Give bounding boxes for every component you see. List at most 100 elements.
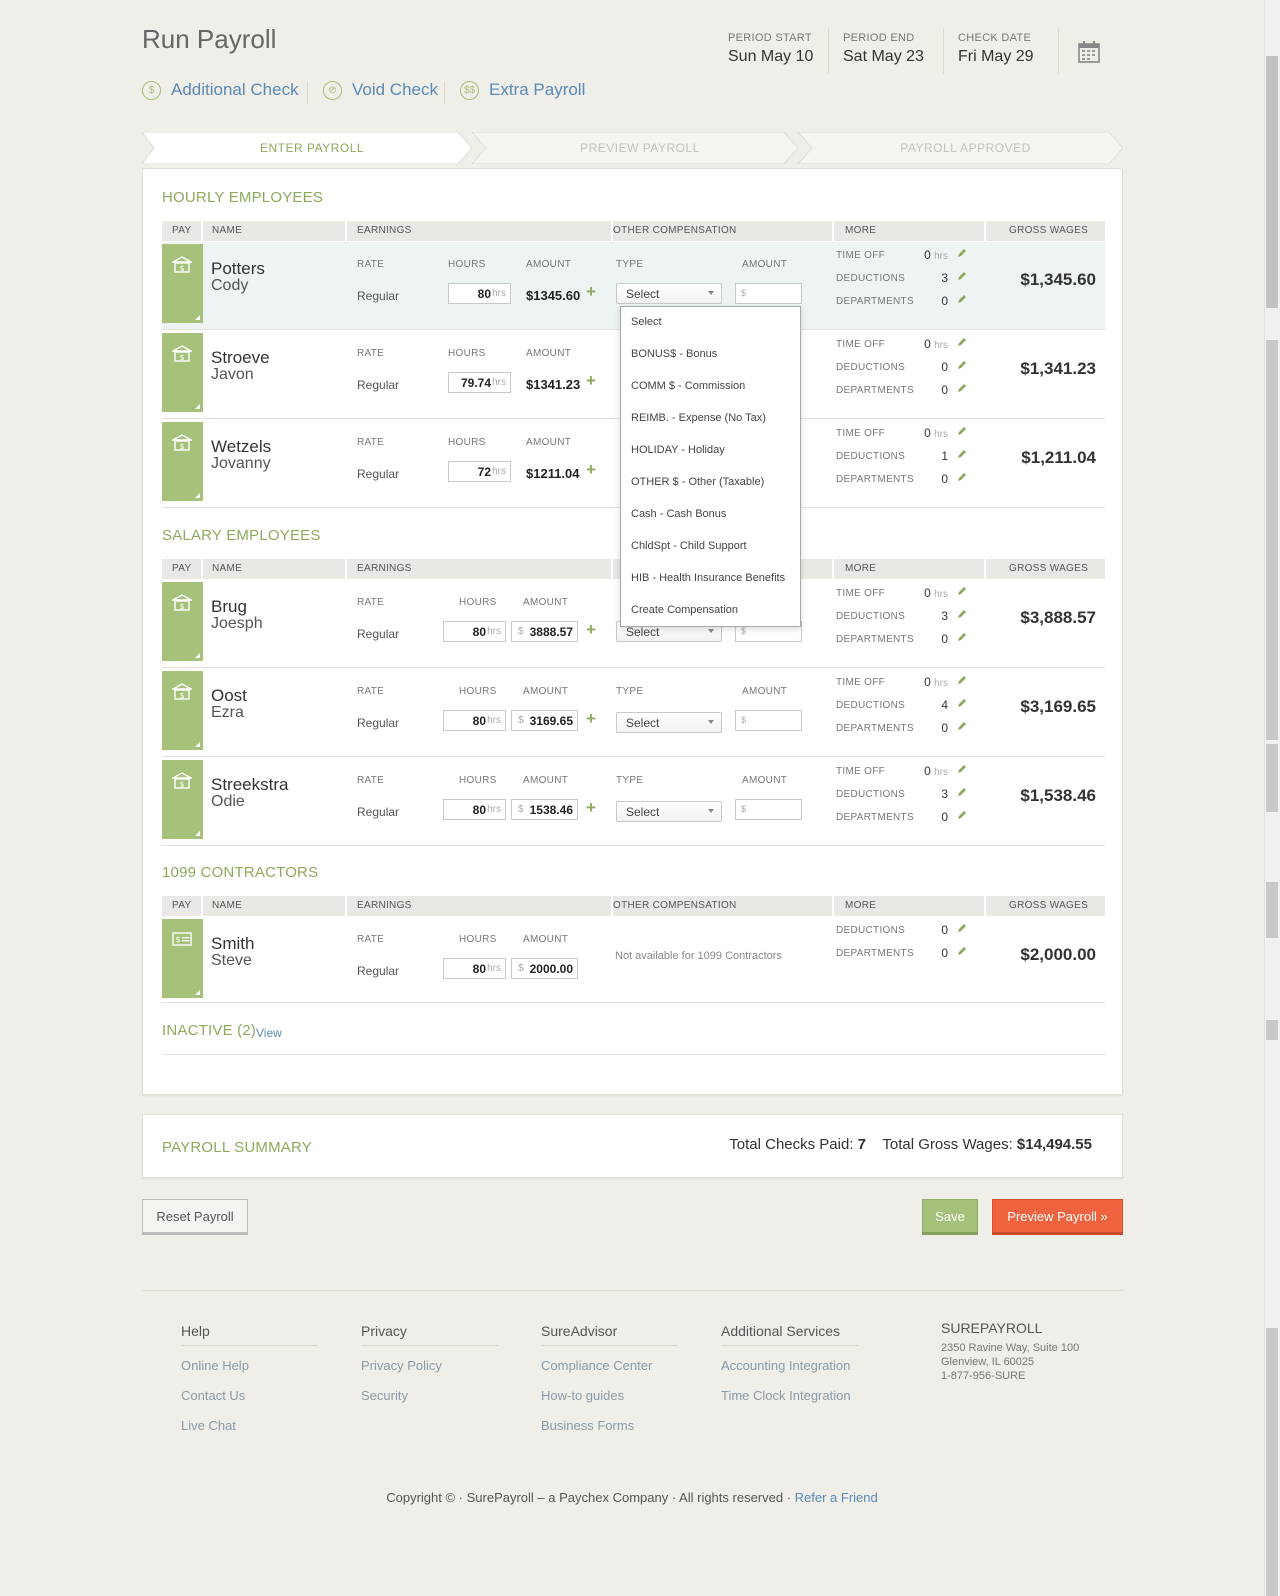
inactive-view-link[interactable]: View [256, 1026, 282, 1040]
edit-pencil-icon[interactable] [957, 449, 967, 459]
edit-pencil-icon[interactable] [957, 787, 967, 797]
scrollbar-marker [1266, 1328, 1278, 1596]
dropdown-option[interactable]: BONUS$ - Bonus [631, 348, 717, 360]
footer-link[interactable]: Business Forms [541, 1418, 678, 1433]
comp-amount-input[interactable]: $ [735, 710, 802, 731]
edit-pencil-icon[interactable] [957, 810, 967, 820]
rate-value: Regular [357, 964, 400, 978]
rate-label: RATE [357, 934, 385, 945]
deductions-value: 3 [941, 271, 948, 285]
edit-pencil-icon[interactable] [957, 923, 967, 933]
hours-input[interactable]: 80 hrs [443, 958, 506, 979]
dropdown-option[interactable]: OTHER $ - Other (Taxable) [631, 476, 764, 488]
preview-payroll-button[interactable]: Preview Payroll » [992, 1199, 1123, 1235]
dropdown-option[interactable]: Create Compensation [631, 604, 738, 616]
footer-link[interactable]: Online Help [181, 1358, 318, 1373]
edit-pencil-icon[interactable] [957, 586, 967, 596]
edit-pencil-icon[interactable] [957, 721, 967, 731]
add-earning-icon[interactable]: + [586, 620, 596, 640]
footer-link[interactable]: Live Chat [181, 1418, 318, 1433]
edit-pencil-icon[interactable] [957, 383, 967, 393]
refer-a-friend-link[interactable]: Refer a Friend [795, 1490, 878, 1505]
edit-pencil-icon[interactable] [957, 675, 967, 685]
add-earning-icon[interactable]: + [586, 282, 596, 302]
void-check-link[interactable]: ⊘ Void Check [323, 80, 438, 100]
amount-input[interactable]: $2000.00 [511, 958, 578, 979]
hours-input[interactable]: 79.74 hrs [448, 372, 511, 393]
amount-label: AMOUNT [526, 348, 572, 359]
amount-label: AMOUNT [526, 437, 572, 448]
pay-toggle[interactable]: $ [162, 333, 203, 412]
dropdown-option[interactable]: Select [631, 316, 662, 328]
extra-payroll-link[interactable]: $$ Extra Payroll [460, 80, 585, 100]
svg-text:$: $ [179, 353, 184, 362]
amount-input[interactable]: $3888.57 [511, 621, 578, 642]
edit-pencil-icon[interactable] [957, 632, 967, 642]
dropdown-option[interactable]: REIMB. - Expense (No Tax) [631, 412, 766, 424]
edit-pencil-icon[interactable] [957, 609, 967, 619]
dropdown-option[interactable]: ChldSpt - Child Support [631, 540, 747, 552]
save-button[interactable]: Save [922, 1199, 978, 1235]
edit-pencil-icon[interactable] [957, 248, 967, 258]
pay-toggle[interactable]: $ [162, 671, 203, 750]
scrollbar-thumb[interactable] [1266, 56, 1278, 308]
additional-check-link[interactable]: $ Additional Check [142, 80, 299, 100]
hours-input[interactable]: 80 hrs [443, 799, 506, 820]
edit-pencil-icon[interactable] [957, 764, 967, 774]
edit-pencil-icon[interactable] [957, 360, 967, 370]
time-off-value: 0 hrs [924, 764, 948, 778]
footer-link[interactable]: Privacy Policy [361, 1358, 498, 1373]
add-earning-icon[interactable]: + [586, 798, 596, 818]
comp-type-dropdown[interactable]: Select BONUS$ - Bonus COMM $ - Commissio… [620, 306, 801, 627]
pay-toggle[interactable]: $ [162, 760, 203, 839]
hours-input[interactable]: 80 hrs [443, 621, 506, 642]
dropdown-option[interactable]: Cash - Cash Bonus [631, 508, 726, 520]
pay-toggle[interactable]: $ [162, 919, 203, 998]
amount-value: $1345.60 [526, 288, 581, 303]
dropdown-option[interactable]: HOLIDAY - Holiday [631, 444, 725, 456]
hours-input[interactable]: 72 hrs [448, 461, 511, 482]
time-off-label: TIME OFF [836, 250, 886, 261]
comp-amount-input[interactable]: $ [735, 283, 802, 304]
comp-amount-input[interactable]: $ [735, 799, 802, 820]
edit-pencil-icon[interactable] [957, 698, 967, 708]
rate-value: Regular [357, 627, 400, 641]
amount-input[interactable]: $1538.46 [511, 799, 578, 820]
amount-input[interactable]: $3169.65 [511, 710, 578, 731]
comp-type-select[interactable]: Select [616, 801, 722, 822]
add-earning-icon[interactable]: + [586, 709, 596, 729]
pay-toggle[interactable]: $ [162, 582, 203, 661]
deductions-value: 1 [941, 449, 948, 463]
chevron-down-icon [708, 291, 714, 295]
footer-heading: Help [181, 1323, 210, 1339]
pay-toggle[interactable]: $ [162, 422, 203, 501]
footer-link[interactable]: Contact Us [181, 1388, 318, 1403]
hours-input[interactable]: 80 hrs [443, 710, 506, 731]
edit-pencil-icon[interactable] [957, 472, 967, 482]
reset-payroll-button[interactable]: Reset Payroll [142, 1199, 248, 1235]
hours-input[interactable]: 80 hrs [448, 283, 511, 304]
calendar-icon[interactable] [1077, 40, 1101, 64]
add-earning-icon[interactable]: + [586, 460, 596, 480]
comp-type-select[interactable]: Select [616, 712, 722, 733]
edit-pencil-icon[interactable] [957, 271, 967, 281]
departments-value: 0 [941, 721, 948, 735]
footer-link[interactable]: How-to guides [541, 1388, 678, 1403]
footer-link[interactable]: Time Clock Integration [721, 1388, 858, 1403]
footer-link[interactable]: Security [361, 1388, 498, 1403]
comp-type-select[interactable]: Select [616, 283, 722, 304]
add-earning-icon[interactable]: + [586, 371, 596, 391]
dropdown-option[interactable]: COMM $ - Commission [631, 380, 745, 392]
edit-pencil-icon[interactable] [957, 337, 967, 347]
dropdown-option[interactable]: HIB - Health Insurance Benefits [631, 572, 785, 584]
time-off-label: TIME OFF [836, 339, 886, 350]
gross-wages-value: $1,341.23 [1020, 359, 1096, 378]
pay-toggle[interactable]: $ [162, 244, 203, 323]
edit-pencil-icon[interactable] [957, 294, 967, 304]
amount-label: AMOUNT [526, 259, 572, 270]
footer-link[interactable]: Compliance Center [541, 1358, 678, 1373]
footer-link[interactable]: Accounting Integration [721, 1358, 858, 1373]
edit-pencil-icon[interactable] [957, 946, 967, 956]
type-label: TYPE [616, 686, 644, 697]
edit-pencil-icon[interactable] [957, 426, 967, 436]
